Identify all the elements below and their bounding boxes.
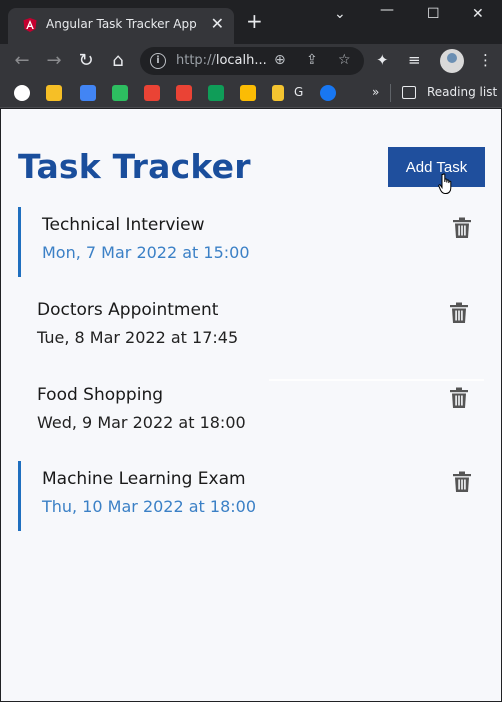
hand-cursor-icon: [438, 173, 452, 194]
page-content: Task Tracker Add Task Technical Intervie…: [1, 109, 501, 701]
address-bar[interactable]: i http://localh... ⊕ ⇪ ☆: [140, 47, 364, 75]
bookmarks-bar: G » Reading list: [0, 78, 502, 108]
bookmarks-divider: [390, 84, 391, 102]
task-name: Doctors Appointment: [37, 300, 219, 320]
close-tab-icon[interactable]: ✕: [211, 14, 224, 34]
task-date: Thu, 10 Mar 2022 at 18:00: [42, 497, 257, 516]
keep-icon[interactable]: [46, 85, 62, 101]
reload-icon[interactable]: ↻: [74, 49, 98, 73]
reading-list-label[interactable]: Reading list: [427, 85, 497, 99]
forward-icon[interactable]: →: [42, 49, 66, 73]
share-icon[interactable]: ⇪: [306, 52, 318, 68]
back-icon[interactable]: ←: [10, 49, 34, 73]
task-item[interactable]: Machine Learning Exam Thu, 10 Mar 2022 a…: [18, 461, 484, 531]
url-text: http://localh...: [176, 53, 267, 68]
evernote-icon[interactable]: [112, 85, 128, 101]
calendar-icon[interactable]: [80, 85, 96, 101]
angular-icon: [23, 18, 37, 32]
extensions-icon[interactable]: ✦: [376, 51, 389, 69]
site-info-icon[interactable]: i: [150, 53, 166, 69]
task-name: Technical Interview: [42, 215, 205, 235]
reading-list-icon[interactable]: [402, 86, 416, 99]
menu-icon[interactable]: ⋮: [478, 51, 493, 69]
delete-task-icon[interactable]: [449, 302, 469, 324]
bookmark-g[interactable]: G: [294, 85, 303, 99]
delete-task-icon[interactable]: [452, 471, 472, 493]
browser-toolbar: ← → ↻ ⌂ i http://localh... ⊕ ⇪ ☆ ✦ ≡ ⋮: [0, 44, 502, 78]
tab-search-icon[interactable]: ⌄: [334, 6, 346, 22]
new-tab-icon[interactable]: +: [246, 10, 263, 32]
gmail-icon-2[interactable]: [176, 85, 192, 101]
minimize-icon[interactable]: —: [380, 2, 394, 18]
bookmark-star-icon[interactable]: ☆: [338, 52, 351, 68]
window-close-icon[interactable]: ✕: [472, 6, 484, 22]
tab-strip: Angular Task Tracker App ✕ + ⌄ — ☐ ✕: [0, 0, 502, 44]
task-date: Wed, 9 Mar 2022 at 18:00: [37, 413, 246, 432]
task-name: Machine Learning Exam: [42, 469, 246, 489]
drive-icon[interactable]: [208, 85, 224, 101]
note-icon[interactable]: [272, 85, 284, 101]
google-icon[interactable]: [14, 85, 30, 101]
task-item[interactable]: Technical Interview Mon, 7 Mar 2022 at 1…: [18, 207, 484, 277]
task-item[interactable]: Food Shopping Wed, 9 Mar 2022 at 18:00: [18, 377, 484, 447]
task-date: Mon, 7 Mar 2022 at 15:00: [42, 243, 250, 262]
task-name: Food Shopping: [37, 385, 164, 405]
task-item[interactable]: Doctors Appointment Tue, 8 Mar 2022 at 1…: [18, 292, 484, 362]
home-icon[interactable]: ⌂: [106, 49, 130, 73]
task-date: Tue, 8 Mar 2022 at 17:45: [37, 328, 239, 347]
bookmarks-overflow-icon[interactable]: »: [372, 85, 379, 99]
delete-task-icon[interactable]: [452, 217, 472, 239]
page-title: Task Tracker: [18, 147, 251, 186]
maximize-icon[interactable]: ☐: [427, 6, 440, 22]
gmail-icon[interactable]: [144, 85, 160, 101]
zoom-icon[interactable]: ⊕: [274, 52, 286, 68]
add-task-button[interactable]: Add Task: [388, 147, 485, 187]
facebook-icon[interactable]: [320, 85, 336, 101]
profile-avatar[interactable]: [440, 49, 464, 73]
media-icon[interactable]: ≡: [408, 51, 421, 69]
drive-icon-2[interactable]: [240, 85, 256, 101]
delete-task-icon[interactable]: [449, 387, 469, 409]
browser-tab[interactable]: Angular Task Tracker App ✕: [8, 8, 234, 44]
tab-title: Angular Task Tracker App: [46, 17, 197, 31]
